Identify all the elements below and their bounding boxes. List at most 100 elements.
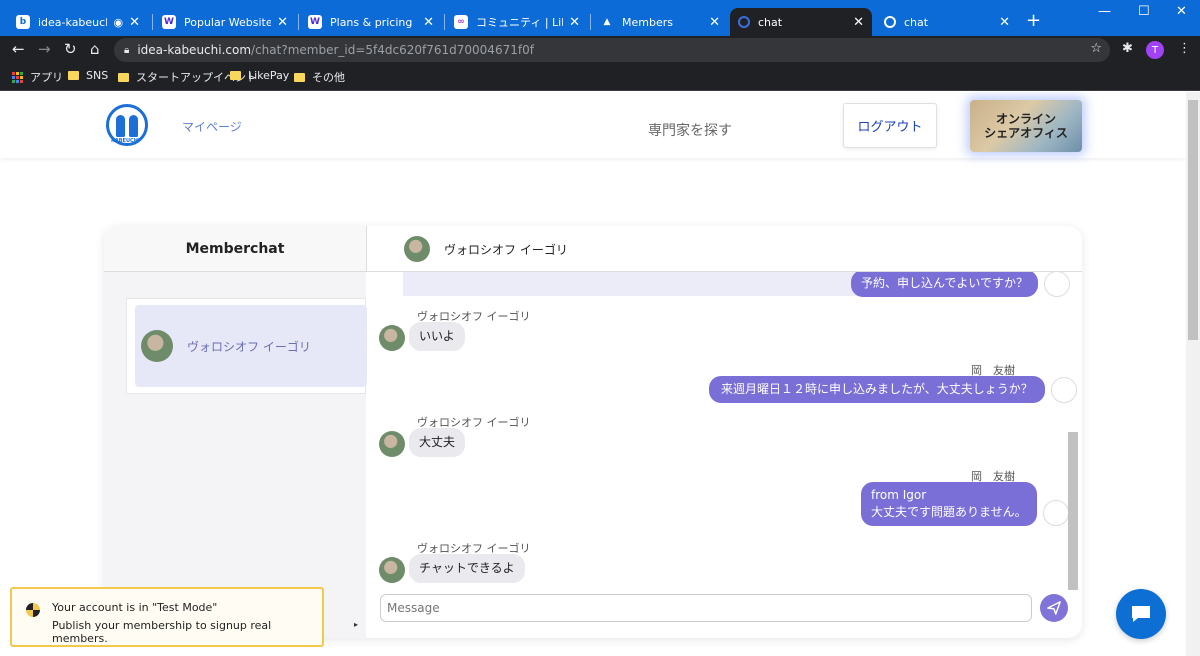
logo-text: KABEUCHI <box>111 138 140 144</box>
user-avatar <box>1050 377 1077 403</box>
partner-avatar <box>379 557 405 583</box>
user-avatar <box>1042 500 1069 526</box>
folder-icon <box>118 72 129 82</box>
tab-title: Popular Websites - W <box>184 15 272 29</box>
tab-idea-kabeuchi[interactable]: b idea-kabeuchi ◉ ✕ <box>8 8 148 36</box>
apps-grid-icon <box>12 71 23 83</box>
bookmark-star-icon[interactable]: ☆ <box>1090 41 1102 56</box>
member-item[interactable]: ヴォロシオフ イーゴリ <box>135 305 367 387</box>
toast-body: Publish your membership to signup real m… <box>52 619 272 645</box>
maximize-icon[interactable]: ☐ <box>1138 4 1150 19</box>
idea-kabeuchi-icon: b <box>16 15 30 29</box>
user-avatar <box>1044 272 1071 297</box>
extensions-icon[interactable]: ✱ <box>1122 41 1133 56</box>
message-line: 大丈夫です問題ありません。 <box>871 505 1027 519</box>
banner-line: シェアオフィス <box>984 126 1068 140</box>
message-bubble: 予約、申し込んでよいですか？ <box>851 272 1039 297</box>
tab-chat-active[interactable]: chat ✕ <box>730 8 872 36</box>
close-icon[interactable]: ✕ <box>999 15 1010 30</box>
address-bar[interactable]: 🔒︎ idea-kabeuchi.com/chat?member_id=5f4d… <box>114 38 1110 62</box>
likepay-icon: ∞ <box>454 15 468 29</box>
message-out: 予約、申し込んでよいですか？ <box>851 272 1071 297</box>
tab-title: idea-kabeuchi <box>38 15 107 29</box>
message-bubble: チャットできるよ <box>409 554 525 583</box>
message-out: from Igor 大丈夫です問題ありません。 <box>861 482 1069 526</box>
bookmark-other[interactable]: その他 <box>294 69 345 85</box>
page-scrollbar[interactable] <box>1186 92 1200 656</box>
close-icon[interactable]: ✕ <box>277 15 288 30</box>
forward-icon[interactable]: → <box>38 40 51 58</box>
reload-icon[interactable]: ↻ <box>64 40 77 58</box>
message-input[interactable] <box>380 594 1032 622</box>
member-name: ヴォロシオフ イーゴリ <box>187 339 311 354</box>
tab-chat[interactable]: chat ✕ <box>876 8 1018 36</box>
close-icon[interactable]: ✕ <box>423 15 434 30</box>
memberchat-title: Memberchat <box>104 226 366 272</box>
site-header: KABEUCHI マイページ 専門家を探す ログアウト オンライン シェアオフィス <box>0 92 1186 158</box>
tab-title: コミュニティ | LikePay.d <box>476 16 563 29</box>
bookmark-sns[interactable]: SNS <box>68 69 108 82</box>
window-close-icon[interactable]: ✕ <box>1176 4 1187 19</box>
send-button[interactable] <box>1040 594 1068 622</box>
message-bubble: from Igor 大丈夫です問題ありません。 <box>861 482 1037 526</box>
folder-icon <box>294 72 305 82</box>
member-avatar <box>141 330 173 362</box>
url-path: /chat?member_id=5f4dc620f761d70004671f0f <box>251 43 534 57</box>
loading-icon: ◉ <box>113 15 124 29</box>
bookmark-likepay[interactable]: LikePay <box>230 69 289 82</box>
bookmark-apps[interactable]: アプリ <box>12 69 63 85</box>
message-bubble: 来週月曜日１２時に申し込みましたが、大丈夫しょうか？ <box>709 376 1045 403</box>
send-icon <box>1047 601 1061 615</box>
wix-icon: W <box>162 15 176 29</box>
new-tab-icon[interactable]: + <box>1026 10 1041 31</box>
chat-bubble-icon <box>1132 606 1150 622</box>
home-icon[interactable]: ⌂ <box>90 40 100 58</box>
minimize-icon[interactable]: — <box>1098 4 1111 19</box>
member-sidebar: ヴォロシオフ イーゴリ ▸ <box>104 272 367 638</box>
wix-icon: W <box>308 15 322 29</box>
logout-button[interactable]: ログアウト <box>843 103 937 148</box>
message-in: チャットできるよ <box>379 554 525 583</box>
back-icon[interactable]: ← <box>12 40 25 58</box>
profile-avatar[interactable]: T <box>1146 41 1164 59</box>
tab-members[interactable]: ▲ Members ✕ <box>592 8 728 36</box>
tab-title: chat <box>758 15 783 29</box>
kabeuchi-icon <box>884 16 896 28</box>
chat-card: Memberchat ヴォロシオフ イーゴリ ▸ 予約、申し込んでよいですか？ … <box>104 226 1082 638</box>
bookmark-label: その他 <box>312 71 345 84</box>
scrollbar-thumb[interactable] <box>1188 100 1198 340</box>
message-bubble: 大丈夫 <box>409 428 466 457</box>
online-share-office-banner[interactable]: オンライン シェアオフィス <box>970 100 1082 152</box>
close-icon[interactable]: ✕ <box>569 15 580 30</box>
member-list: ヴォロシオフ イーゴリ <box>126 298 367 394</box>
tab-plans-pricing[interactable]: W Plans & pricing | Web ✕ <box>300 8 442 36</box>
tab-title: chat <box>904 15 929 29</box>
lock-icon: 🔒︎ <box>124 44 130 56</box>
message-in: いいよ <box>379 322 465 351</box>
page-viewport: KABEUCHI マイページ 専門家を探す ログアウト オンライン シェアオフィス… <box>0 92 1186 656</box>
url-host: idea-kabeuchi.com <box>137 43 252 57</box>
close-icon[interactable]: ✕ <box>129 15 140 30</box>
kabeuchi-logo[interactable]: KABEUCHI <box>106 104 148 146</box>
tab-title: Members <box>622 15 673 29</box>
members-icon: ▲ <box>603 17 611 27</box>
toast-title: Your account is in "Test Mode" <box>52 601 218 614</box>
bookmark-label: アプリ <box>30 71 63 84</box>
logo-figure <box>129 115 138 137</box>
close-icon[interactable]: ✕ <box>709 15 720 30</box>
tab-title: Plans & pricing | Web <box>330 15 417 29</box>
partner-avatar <box>404 236 430 262</box>
collapse-arrow-icon[interactable]: ▸ <box>354 620 358 629</box>
tab-likepay-community[interactable]: ∞ コミュニティ | LikePay.d ✕ <box>446 8 588 36</box>
message-scrollbar[interactable] <box>1068 432 1078 590</box>
browser-toolbar: ← → ↻ ⌂ 🔒︎ idea-kabeuchi.com/chat?member… <box>0 36 1200 64</box>
test-mode-toast: Your account is in "Test Mode" Publish y… <box>10 587 324 647</box>
close-icon[interactable]: ✕ <box>853 15 864 30</box>
chat-widget-button[interactable] <box>1116 589 1166 639</box>
find-experts-link[interactable]: 専門家を探す <box>648 120 732 140</box>
mypage-link[interactable]: マイページ <box>182 118 242 135</box>
tab-popular-websites[interactable]: W Popular Websites - W ✕ <box>154 8 296 36</box>
folder-icon <box>68 71 79 80</box>
partner-avatar <box>379 431 405 457</box>
menu-kebab-icon[interactable]: ⋮ <box>1178 41 1191 56</box>
